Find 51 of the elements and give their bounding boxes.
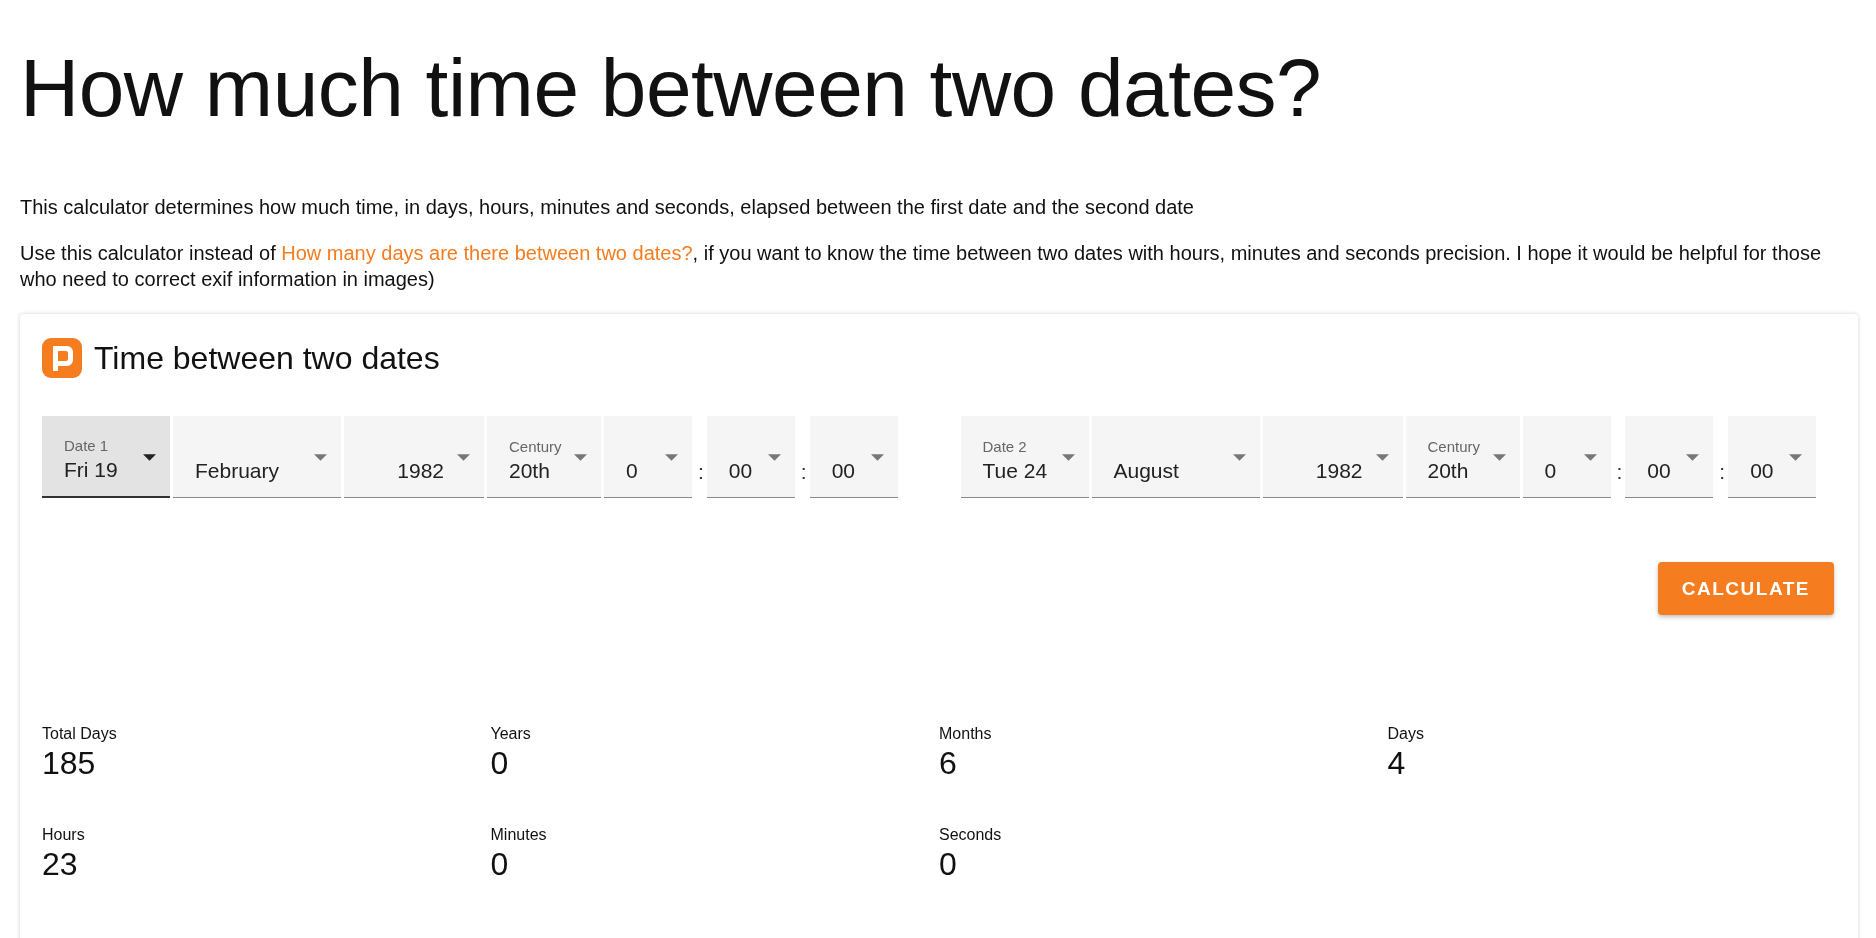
caret-icon <box>1232 454 1246 461</box>
select-field[interactable]: 1982 <box>344 416 484 498</box>
caret-icon <box>1583 454 1597 461</box>
select-field[interactable]: Century 20th <box>1405 416 1520 498</box>
colon-separator: : <box>1616 460 1623 485</box>
caret-icon <box>1492 454 1506 461</box>
card-title: Time between two dates <box>94 339 440 377</box>
caret-icon <box>767 454 781 461</box>
caret-icon <box>1789 454 1803 461</box>
description-text: Use this calculator instead of How many days are there between two dates?, if you want to know the time between two dates with hours, minutes and seconds precision. I hope it would be helpful for those who need to correct exif information in images) <box>20 241 1822 292</box>
colon-separator: : <box>698 460 704 485</box>
result-value: 0 <box>939 846 958 883</box>
result-label: Days <box>1387 725 1425 743</box>
select-field[interactable]: Date 1 Fri 19 <box>42 416 170 498</box>
caret-icon <box>665 454 678 461</box>
select-field[interactable]: 0 <box>604 416 692 498</box>
caret-icon <box>870 454 884 461</box>
select-field[interactable]: 0 <box>1522 416 1611 498</box>
result-value: 0 <box>490 846 510 883</box>
caret-icon <box>1375 454 1389 461</box>
select-field[interactable]: Date 2 Tue 24 <box>960 416 1089 498</box>
result-label: Seconds <box>939 826 1003 844</box>
result-value: 4 <box>1387 745 1407 782</box>
caret-icon <box>457 454 470 461</box>
select-field[interactable]: 1982 <box>1262 416 1403 498</box>
select-field[interactable]: Century 20th <box>487 416 601 498</box>
result-value: 0 <box>490 745 510 782</box>
select-field[interactable]: 00 <box>809 416 898 498</box>
caret-icon <box>1686 454 1700 461</box>
caret-icon <box>314 454 327 461</box>
caret-icon <box>143 454 156 461</box>
result-label: Total Days <box>42 725 118 743</box>
result-label: Hours <box>42 826 86 844</box>
result-label: Months <box>939 725 993 743</box>
select-field[interactable]: 00 <box>1728 416 1817 498</box>
select-field[interactable]: February <box>173 416 341 498</box>
colon-separator: : <box>800 460 807 485</box>
result-value: 185 <box>42 745 97 782</box>
logo-icon <box>42 338 82 378</box>
caret-icon <box>574 454 587 461</box>
select-field[interactable]: August <box>1091 416 1260 498</box>
result-value: 6 <box>939 745 958 782</box>
colon-separator: : <box>1719 460 1726 485</box>
result-label: Minutes <box>490 826 548 844</box>
caret-icon <box>1061 454 1075 461</box>
page-title: How much time between two dates? <box>20 41 1323 135</box>
result-label: Years <box>490 725 532 743</box>
select-field[interactable]: 00 <box>1625 416 1714 498</box>
select-field[interactable]: 00 <box>706 416 795 498</box>
result-value: 23 <box>42 846 79 883</box>
description-text: This calculator determines how much time, in days, hours, minutes and seconds, elapsed between the first date and the second date <box>20 195 1195 220</box>
